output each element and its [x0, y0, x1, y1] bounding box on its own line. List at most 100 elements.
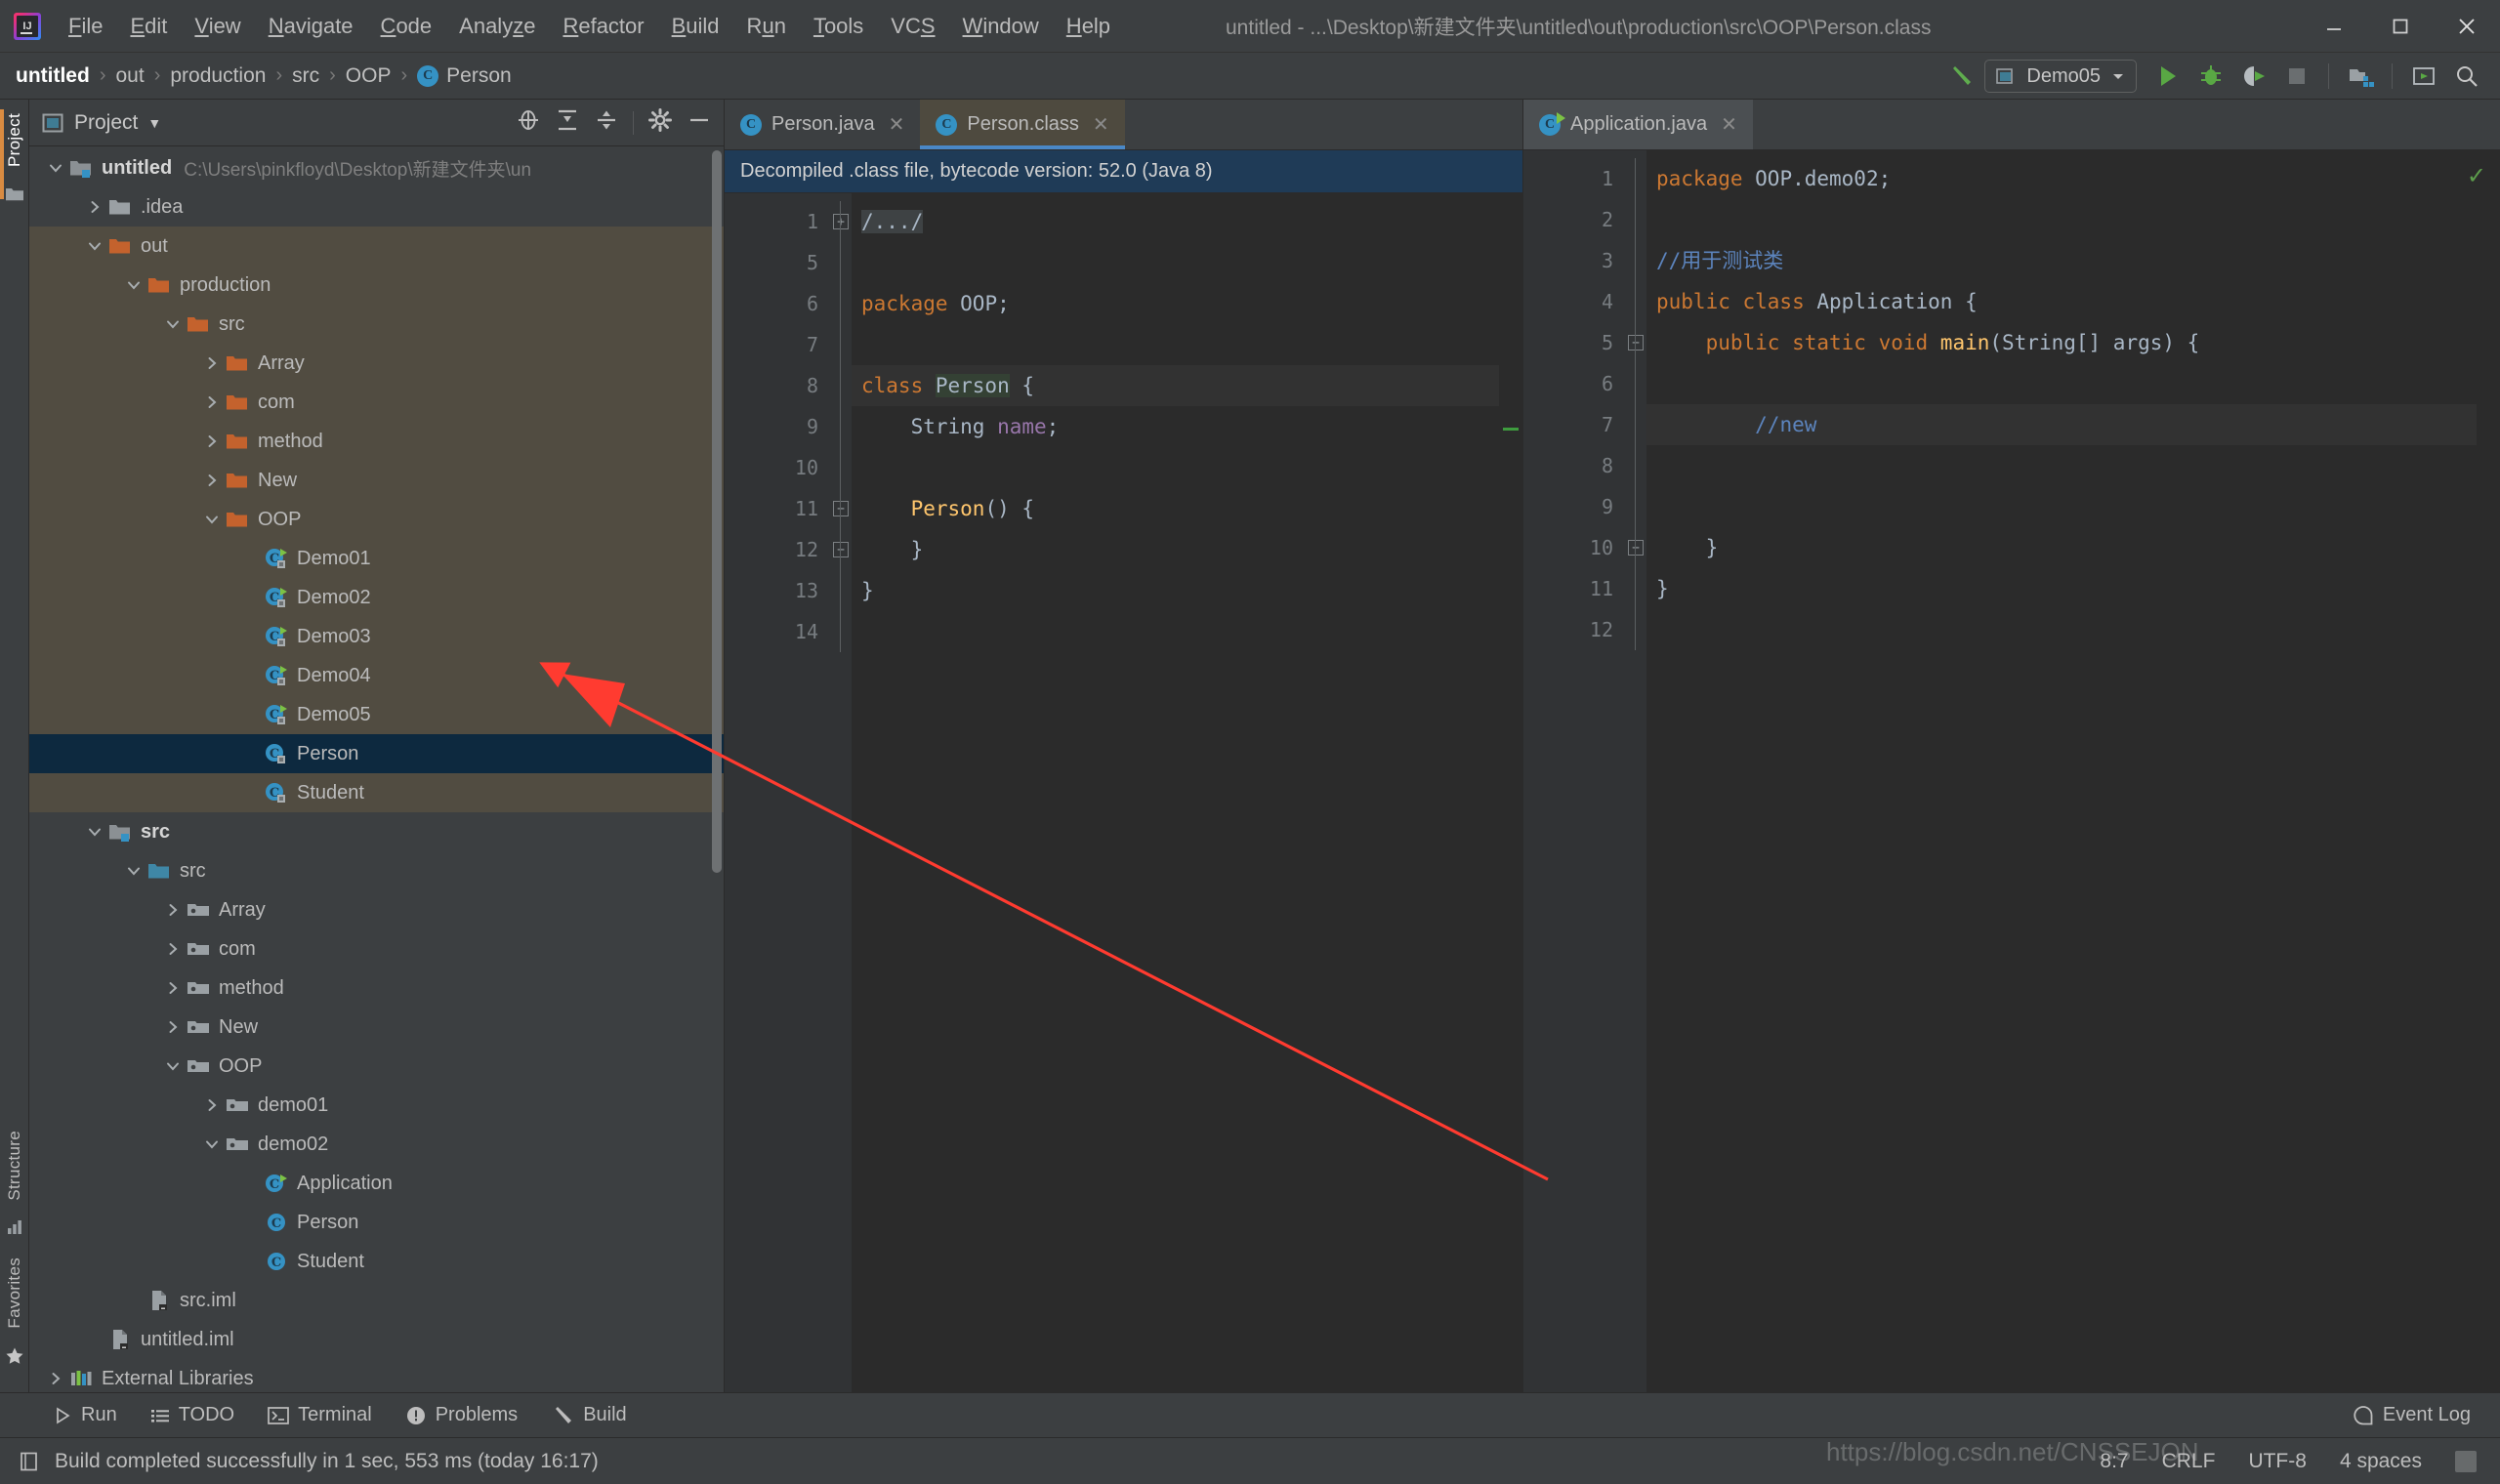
tree-row[interactable]: C Demo04: [29, 656, 724, 695]
menu-refactor[interactable]: Refactor: [549, 10, 657, 43]
tree-row[interactable]: .idea: [29, 187, 724, 227]
tab-person-class[interactable]: C Person.class ✕: [920, 100, 1125, 149]
breadcrumb-out[interactable]: out: [116, 64, 145, 88]
code-line[interactable]: [1646, 363, 2500, 404]
tree-row[interactable]: New: [29, 461, 724, 500]
tree-row[interactable]: Array: [29, 344, 724, 383]
chevron-right-icon[interactable]: [199, 433, 225, 450]
tree-row[interactable]: C Application: [29, 1164, 724, 1203]
code-line[interactable]: Person() {: [852, 488, 1522, 529]
minimize-button[interactable]: [2301, 0, 2367, 53]
project-tree-scrollbar[interactable]: [712, 150, 722, 873]
code-line[interactable]: }: [852, 529, 1522, 570]
chevron-down-icon[interactable]: ▼: [147, 115, 161, 131]
project-structure-button[interactable]: [2341, 57, 2380, 96]
menu-vcs[interactable]: VCS: [877, 10, 948, 43]
tab-close-icon[interactable]: ✕: [1093, 112, 1109, 137]
chevron-right-icon[interactable]: [43, 1370, 68, 1387]
code-line[interactable]: //用于测试类: [1646, 240, 2500, 281]
code-line[interactable]: public static void main(String[] args) {: [1646, 322, 2500, 363]
tree-row[interactable]: demo02: [29, 1125, 724, 1164]
sidebar-tab-structure[interactable]: Structure: [5, 1123, 24, 1209]
chevron-right-icon[interactable]: [199, 393, 225, 411]
breadcrumb[interactable]: untitled › out › production › src › OOP …: [16, 64, 512, 88]
fold-collapse-icon[interactable]: −: [1625, 322, 1646, 363]
sidebar-tab-project[interactable]: Project: [5, 105, 24, 175]
code-line[interactable]: [1646, 486, 2500, 527]
code-line[interactable]: [852, 324, 1522, 365]
caret-position[interactable]: 8:7: [2100, 1450, 2128, 1473]
chevron-right-icon[interactable]: [160, 979, 186, 997]
breadcrumb-src[interactable]: src: [292, 64, 319, 88]
chevron-down-icon[interactable]: [82, 237, 107, 255]
menu-edit[interactable]: Edit: [116, 10, 181, 43]
locate-file-icon[interactable]: [516, 107, 541, 138]
code-line[interactable]: }: [852, 570, 1522, 611]
menu-code[interactable]: Code: [367, 10, 446, 43]
tab-close-icon[interactable]: ✕: [889, 112, 905, 137]
code-editor-right[interactable]: 123456789101112 −− package OOP.demo02; /…: [1523, 150, 2500, 1392]
tree-row[interactable]: demo01: [29, 1086, 724, 1125]
tree-row[interactable]: src: [29, 305, 724, 344]
menu-window[interactable]: Window: [949, 10, 1053, 43]
expand-all-icon[interactable]: [555, 107, 580, 138]
file-encoding[interactable]: UTF-8: [2248, 1450, 2307, 1473]
chevron-down-icon[interactable]: [199, 1135, 225, 1153]
tree-row[interactable]: OOP: [29, 1047, 724, 1086]
chevron-right-icon[interactable]: [160, 940, 186, 958]
tree-row[interactable]: out: [29, 227, 724, 266]
chevron-down-icon[interactable]: [82, 823, 107, 841]
chevron-right-icon[interactable]: [82, 198, 107, 216]
run-with-coverage-button[interactable]: [2234, 57, 2273, 96]
code-line[interactable]: [1646, 609, 2500, 650]
code-line[interactable]: public class Application {: [1646, 281, 2500, 322]
project-tree[interactable]: untitled C:\Users\pinkfloyd\Desktop\新建文件夹…: [29, 146, 724, 1392]
menu-view[interactable]: View: [181, 10, 254, 43]
chevron-down-icon[interactable]: [43, 159, 68, 177]
hide-panel-icon[interactable]: [687, 107, 712, 138]
toolwindow-run[interactable]: Run: [53, 1404, 117, 1426]
menu-help[interactable]: Help: [1053, 10, 1124, 43]
maximize-button[interactable]: [2367, 0, 2434, 53]
menu-run[interactable]: Run: [733, 10, 800, 43]
code-content-right[interactable]: package OOP.demo02; //用于测试类 public class …: [1646, 150, 2500, 1392]
tree-row[interactable]: method: [29, 969, 724, 1008]
tree-row[interactable]: C Student: [29, 773, 724, 812]
menu-analyze[interactable]: Analyze: [445, 10, 549, 43]
menu-navigate[interactable]: Navigate: [255, 10, 367, 43]
tree-row[interactable]: com: [29, 929, 724, 969]
tree-row[interactable]: src: [29, 851, 724, 890]
menu-file[interactable]: FFileile: [55, 10, 116, 43]
breadcrumb-production[interactable]: production: [170, 64, 266, 88]
chevron-right-icon[interactable]: [160, 1018, 186, 1036]
code-content-left[interactable]: /.../ package OOP; class Person { String…: [852, 193, 1522, 1392]
run-configuration-selector[interactable]: Demo05: [1984, 60, 2137, 93]
chevron-right-icon[interactable]: [160, 901, 186, 919]
fold-region-end-icon[interactable]: −: [830, 529, 852, 570]
build-button[interactable]: [1941, 57, 1980, 96]
tree-row[interactable]: OOP: [29, 500, 724, 539]
breadcrumb-untitled[interactable]: untitled: [16, 64, 90, 88]
hide-windows-button[interactable]: [2404, 57, 2443, 96]
fold-collapse-icon[interactable]: −: [830, 488, 852, 529]
code-line[interactable]: [1646, 445, 2500, 486]
code-line[interactable]: [1646, 199, 2500, 240]
chevron-down-icon[interactable]: [160, 315, 186, 333]
event-log-button[interactable]: Event Log: [2353, 1404, 2471, 1426]
code-line[interactable]: package OOP.demo02;: [1646, 158, 2500, 199]
breadcrumb-oop[interactable]: OOP: [346, 64, 392, 88]
marker-stripe-right[interactable]: ✓: [2467, 150, 2500, 1392]
tree-row[interactable]: C Demo05: [29, 695, 724, 734]
toolwindow-build[interactable]: Build: [551, 1404, 627, 1427]
code-line[interactable]: class Person {: [852, 365, 1522, 406]
code-folding-strip-right[interactable]: −−: [1625, 150, 1646, 1392]
toolwindow-problems[interactable]: Problems: [405, 1404, 518, 1426]
chevron-down-icon[interactable]: [121, 862, 146, 880]
toolwindow-todo[interactable]: TODO: [150, 1404, 234, 1426]
chevron-right-icon[interactable]: [199, 1096, 225, 1114]
code-line[interactable]: /.../: [852, 201, 1522, 242]
tree-row[interactable]: C Demo02: [29, 578, 724, 617]
tree-row[interactable]: com: [29, 383, 724, 422]
tree-row[interactable]: untitled.iml: [29, 1320, 724, 1359]
line-number-gutter-left[interactable]: 1 5 6 7 8 9 10 11 12 13 14: [725, 193, 830, 1392]
